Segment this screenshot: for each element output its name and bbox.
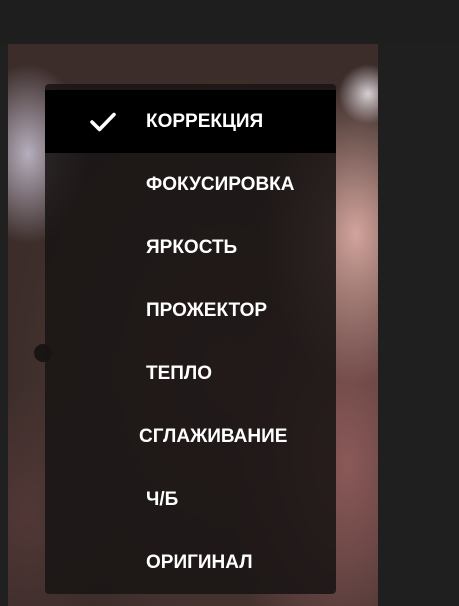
menu-item-focus[interactable]: ФОКУСИРОВКА [45, 153, 336, 216]
menu-item-label: ПРОЖЕКТОР [146, 300, 268, 321]
top-bar [0, 0, 459, 44]
checkmark-icon [90, 112, 116, 132]
menu-item-label: ЯРКОСТЬ [146, 237, 238, 258]
menu-item-original[interactable]: ОРИГИНАЛ [45, 531, 336, 594]
menu-item-label: ФОКУСИРОВКА [146, 174, 295, 195]
side-panel [378, 44, 459, 606]
effects-menu: КОРРЕКЦИЯ ФОКУСИРОВКА ЯРКОСТЬ ПРОЖЕКТОР … [45, 84, 336, 594]
menu-item-black-white[interactable]: Ч/Б [45, 468, 336, 531]
menu-item-spotlight[interactable]: ПРОЖЕКТОР [45, 279, 336, 342]
menu-item-brightness[interactable]: ЯРКОСТЬ [45, 216, 336, 279]
menu-item-label: КОРРЕКЦИЯ [146, 111, 264, 132]
menu-item-correction[interactable]: КОРРЕКЦИЯ [45, 90, 336, 153]
menu-item-label: ОРИГИНАЛ [146, 552, 253, 573]
menu-item-label: Ч/Б [146, 489, 179, 510]
menu-item-warmth[interactable]: ТЕПЛО [45, 342, 336, 405]
menu-item-smoothing[interactable]: СГЛАЖИВАНИЕ [45, 405, 336, 468]
menu-item-label: ТЕПЛО [146, 363, 213, 384]
preview-light-spot [338, 64, 378, 124]
menu-item-label: СГЛАЖИВАНИЕ [139, 426, 288, 447]
